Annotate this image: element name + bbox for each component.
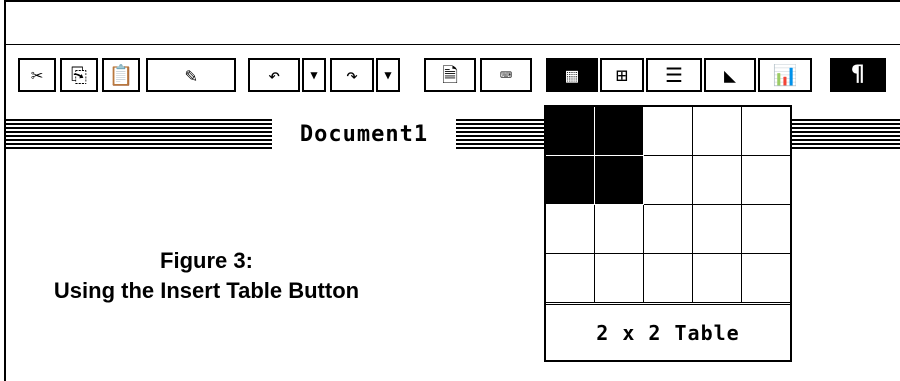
title-bar-stripes xyxy=(456,119,548,149)
caption-line-1: Figure 3: xyxy=(160,248,253,273)
chevron-down-icon: ▼ xyxy=(384,68,392,82)
table-size-status: 2 x 2 Table xyxy=(546,302,790,360)
table-grid-cell[interactable] xyxy=(644,254,693,303)
new-document-button[interactable]: 🗎 xyxy=(424,58,476,92)
table-grid-cell[interactable] xyxy=(644,205,693,254)
keyboard-button[interactable]: ⌨ xyxy=(480,58,532,92)
undo-icon: ↶ xyxy=(267,63,281,87)
table-grid-cell[interactable] xyxy=(595,205,644,254)
undo-dropdown[interactable]: ▼ xyxy=(302,58,326,92)
drawing-button[interactable]: ◣ xyxy=(704,58,756,92)
table-grid-cell[interactable] xyxy=(546,205,595,254)
figure-caption: Figure 3: Using the Insert Table Button xyxy=(0,246,413,306)
paste-button[interactable]: 📋 xyxy=(102,58,140,92)
document-title: Document1 xyxy=(272,119,456,149)
title-bar-stripes xyxy=(6,119,272,149)
columns-icon: ☰ xyxy=(665,63,683,87)
caption-line-2: Using the Insert Table Button xyxy=(53,278,360,303)
document-title-bar[interactable]: Document1 xyxy=(6,119,548,149)
chevron-down-icon: ▼ xyxy=(310,68,318,82)
pilcrow-icon: ¶ xyxy=(851,62,865,87)
table-grid[interactable] xyxy=(546,107,791,303)
database-icon: ⊞ xyxy=(615,63,629,87)
redo-icon: ↷ xyxy=(345,63,359,87)
table-grid-cell[interactable] xyxy=(742,156,791,205)
cut-button[interactable]: ✂ xyxy=(18,58,56,92)
copy-button[interactable]: ⎘ xyxy=(60,58,98,92)
keyboard-icon: ⌨ xyxy=(499,63,513,87)
table-grid-cell[interactable] xyxy=(693,156,742,205)
show-paragraph-button[interactable]: ¶ xyxy=(830,58,886,92)
title-bar-stripes xyxy=(792,119,900,149)
insert-database-button[interactable]: ⊞ xyxy=(600,58,644,92)
table-grid-cell[interactable] xyxy=(595,254,644,303)
table-grid-cell[interactable] xyxy=(595,156,644,205)
scissors-icon: ✂ xyxy=(30,63,44,87)
table-grid-cell[interactable] xyxy=(742,254,791,303)
table-grid-cell[interactable] xyxy=(546,156,595,205)
table-grid-cell[interactable] xyxy=(742,205,791,254)
table-grid-cell[interactable] xyxy=(644,156,693,205)
table-grid-cell[interactable] xyxy=(644,107,693,156)
insert-table-button[interactable]: ▦ xyxy=(546,58,598,92)
table-grid-cell[interactable] xyxy=(546,254,595,303)
table-grid-cell[interactable] xyxy=(693,254,742,303)
drawing-icon: ◣ xyxy=(723,63,737,87)
table-grid-cell[interactable] xyxy=(693,107,742,156)
insert-table-picker[interactable]: 2 x 2 Table xyxy=(544,105,792,362)
table-grid-cell[interactable] xyxy=(693,205,742,254)
insert-chart-button[interactable]: 📊 xyxy=(758,58,812,92)
chart-icon: 📊 xyxy=(772,63,798,87)
redo-button[interactable]: ↷ xyxy=(330,58,374,92)
copy-icon: ⎘ xyxy=(71,63,87,87)
redo-dropdown[interactable]: ▼ xyxy=(376,58,400,92)
format-painter-button[interactable]: ✎ xyxy=(146,58,236,92)
paste-icon: 📋 xyxy=(108,63,134,87)
table-icon: ▦ xyxy=(565,63,579,87)
columns-button[interactable]: ☰ xyxy=(646,58,702,92)
divider xyxy=(6,44,900,45)
table-grid-cell[interactable] xyxy=(742,107,791,156)
new-document-icon: 🗎 xyxy=(441,63,459,87)
table-grid-cell[interactable] xyxy=(595,107,644,156)
undo-button[interactable]: ↶ xyxy=(248,58,300,92)
paintbrush-icon: ✎ xyxy=(184,63,198,87)
table-grid-cell[interactable] xyxy=(546,107,595,156)
